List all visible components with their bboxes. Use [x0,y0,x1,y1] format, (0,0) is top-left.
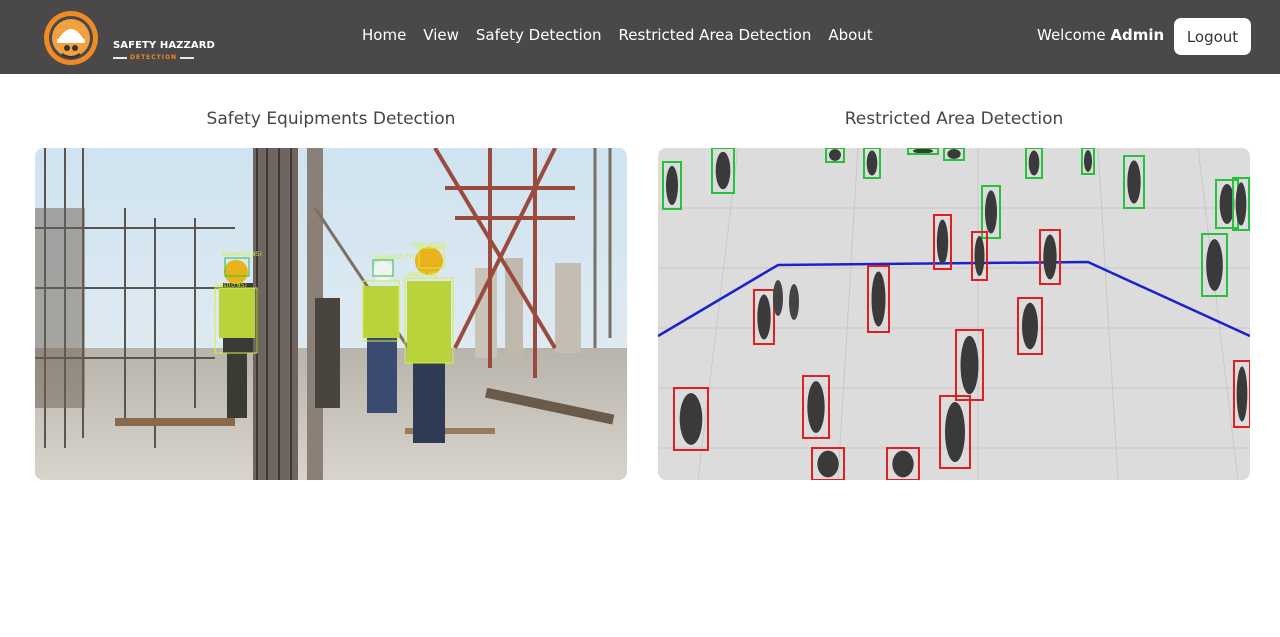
svg-text:Vest(0.88): Vest(0.88) [407,271,438,278]
person [666,165,678,206]
brand-subtitle-row: DETECTION [113,54,195,61]
person [1206,239,1223,291]
person [960,335,979,395]
nav-about[interactable]: About [828,26,872,44]
username: Admin [1110,26,1165,44]
welcome-prefix: Welcome [1037,26,1106,44]
brand-logo[interactable]: SAFETY HAZZARD DETECTION [40,10,215,66]
person [974,236,985,276]
nav-safety-detection[interactable]: Safety Detection [476,26,602,44]
person [913,148,933,154]
safety-detection-title: Safety Equipments Detection [206,109,456,129]
person [936,219,949,265]
person [1043,234,1057,280]
logout-button[interactable]: Logout [1174,18,1251,55]
svg-text:Helmet(0.77): Helmet(0.77) [375,254,415,261]
nav-restricted-area-detection[interactable]: Restricted Area Detection [619,26,812,44]
svg-text:Helmet(0.85): Helmet(0.85) [222,251,262,258]
svg-text:Helmet(0.8): Helmet(0.8) [411,242,447,249]
logo-emblem-icon [44,11,98,65]
person [817,450,839,478]
person [829,149,841,161]
person [871,271,886,327]
person [866,150,878,176]
nav-view[interactable]: View [423,26,459,44]
person [757,294,771,340]
person [1022,302,1038,350]
safety-detection-image[interactable]: Helmet(0.77) Helmet(0.8) Helmet(0.85) Ve… [35,148,627,480]
person [715,151,731,190]
person [789,284,799,320]
person [1235,182,1247,226]
person [773,280,783,316]
restricted-area-image[interactable] [658,148,1250,480]
person [947,149,961,159]
brand-name: SAFETY HAZZARD [113,40,215,51]
person [985,190,997,234]
person [892,450,914,478]
person [1236,366,1248,422]
main-navigation: Home View Safety Detection Restricted Ar… [362,26,890,44]
person [1028,150,1040,176]
svg-text:Vest(0.85): Vest(0.85) [216,282,247,289]
person [1127,160,1141,204]
brand-subtitle: DETECTION [130,54,178,61]
person [679,393,703,445]
person [807,381,825,433]
welcome-message: Welcome Admin [1037,26,1164,44]
top-navbar: SAFETY HAZZARD DETECTION Home View Safet… [0,0,1280,74]
restricted-area-title: Restricted Area Detection [844,109,1064,129]
person [1084,150,1092,172]
person [945,402,965,462]
nav-home[interactable]: Home [362,26,406,44]
